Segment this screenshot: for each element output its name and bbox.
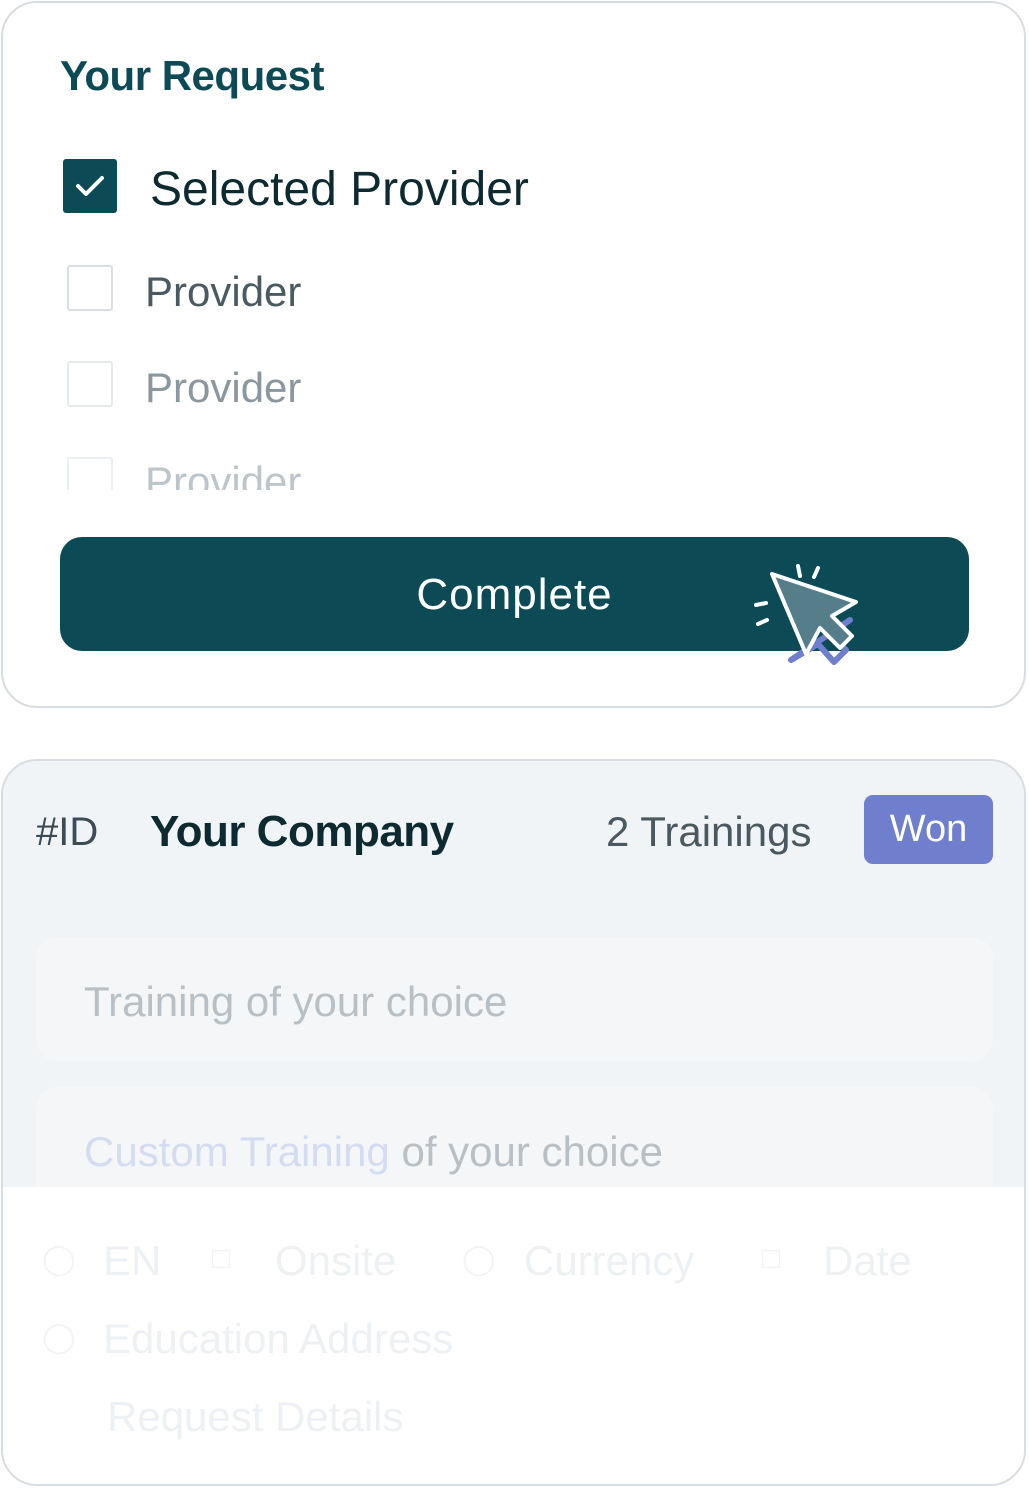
address-label: Education Address	[103, 1315, 454, 1362]
checkbox-unchecked[interactable]	[67, 361, 113, 407]
card-title: Your Request	[60, 52, 324, 99]
training-highlight: Custom Training	[84, 1128, 390, 1175]
request-details-label: Request Details	[107, 1393, 404, 1440]
provider-option-label: Provider	[145, 268, 302, 315]
training-row-suffix: of your choice	[389, 1128, 663, 1175]
complete-button-label: Complete	[416, 570, 613, 619]
globe-icon: ◯	[42, 1243, 76, 1276]
company-name: Your Company	[150, 807, 454, 856]
location-type-label: Onsite	[275, 1237, 397, 1284]
building-icon: □	[212, 1242, 231, 1275]
provider-option-label: Provider	[145, 458, 302, 490]
status-badge: Won	[864, 795, 993, 864]
checkbox-checked[interactable]	[63, 159, 117, 213]
training-row-label: Training of your choice	[84, 978, 508, 1025]
calendar-icon: □	[762, 1242, 781, 1275]
cursor-click-icon	[754, 564, 858, 665]
provider-option-label: Provider	[145, 364, 302, 411]
language-label: EN	[103, 1237, 162, 1284]
check-icon	[76, 176, 104, 196]
date-label: Date	[823, 1237, 912, 1284]
trainings-count: 2 Trainings	[606, 808, 812, 855]
training-row-label: Custom Training of your choice	[84, 1128, 663, 1176]
checkbox-unchecked	[67, 457, 113, 490]
coin-icon: ◯	[462, 1243, 496, 1276]
checkbox-unchecked[interactable]	[67, 265, 113, 311]
currency-label: Currency	[524, 1237, 695, 1284]
provider-option-faded: Provider	[0, 440, 1029, 490]
request-id: #ID	[36, 810, 99, 854]
location-pin-icon: ◯	[42, 1321, 76, 1354]
provider-option-label: Selected Provider	[150, 163, 529, 216]
